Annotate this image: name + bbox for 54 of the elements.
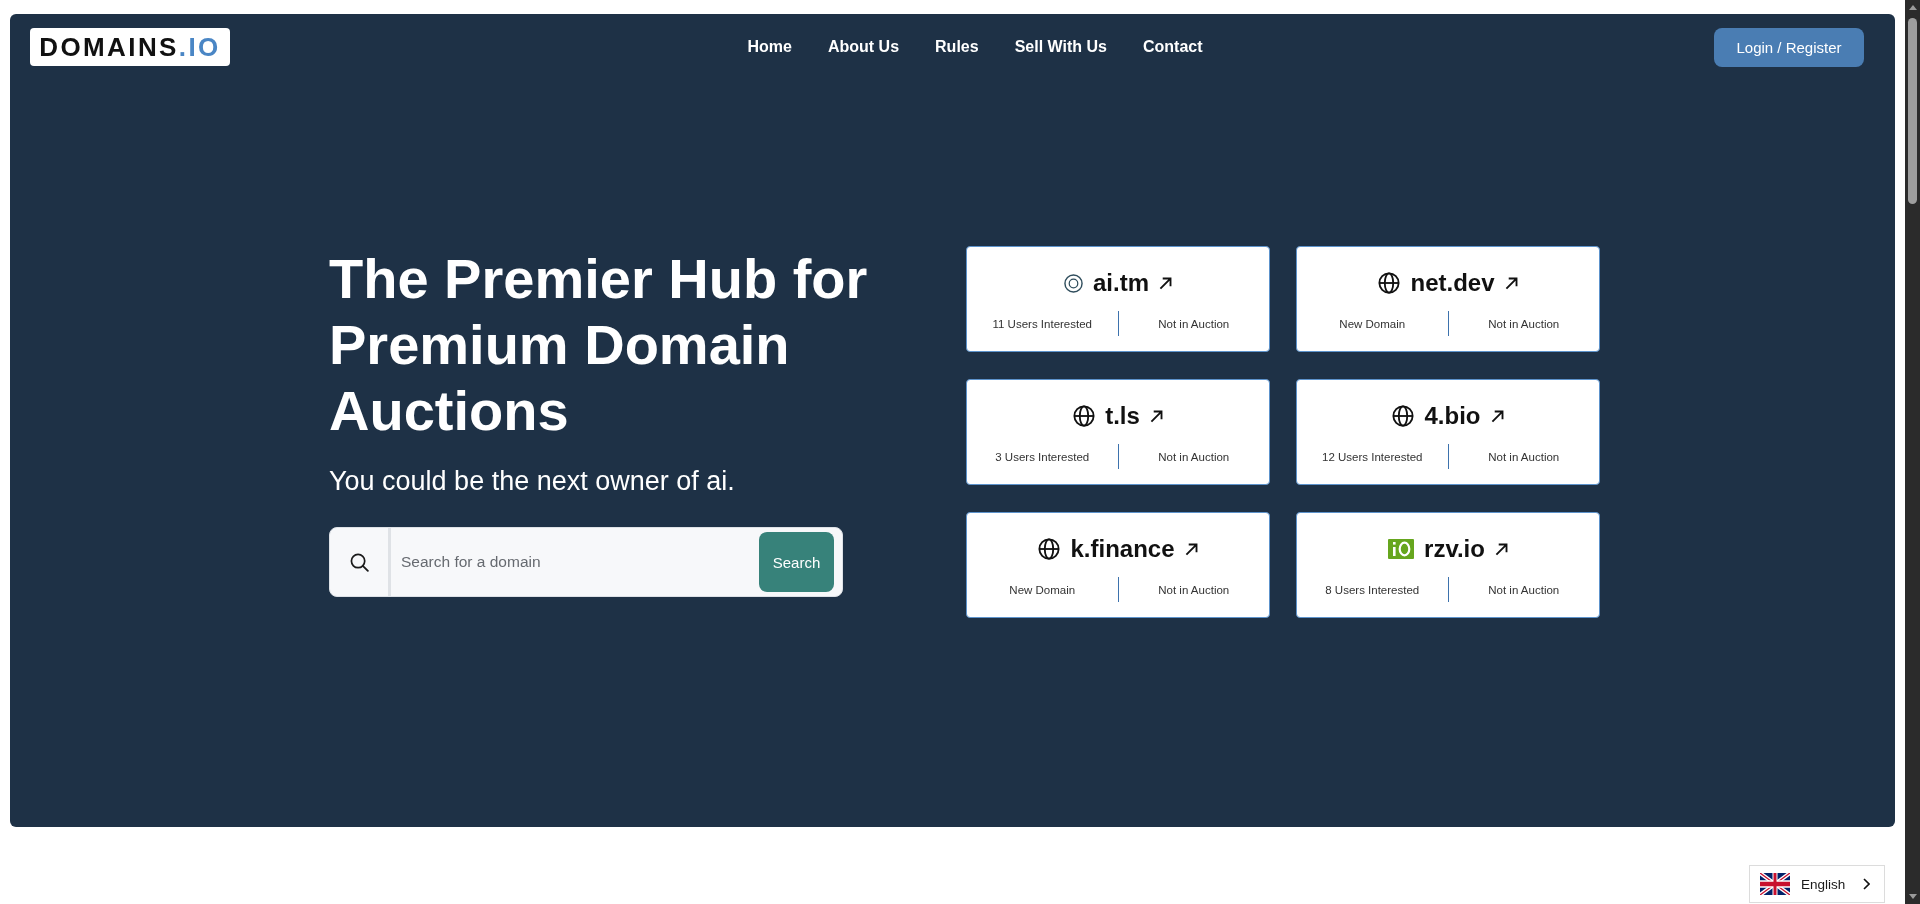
language-selector[interactable]: English [1749, 865, 1885, 903]
domain-name[interactable]: t.ls [1105, 401, 1140, 431]
nav-link[interactable]: About Us [827, 38, 900, 56]
scrollbar-thumb[interactable] [1908, 18, 1917, 204]
hero-subtitle: You could be the next owner of ai. [329, 465, 735, 498]
nav-link[interactable]: Sell With Us [1014, 38, 1107, 56]
domain-name[interactable]: k.finance [1070, 534, 1175, 564]
ring-icon [1064, 273, 1083, 293]
auction-status-text: Not in Auction [1157, 317, 1231, 330]
domain-card[interactable]: k.finance New Domain Not in Auction [966, 512, 1270, 618]
interest-text: 8 Users Interested [1324, 583, 1421, 596]
interest-text: 3 Users Interested [994, 450, 1091, 463]
domain-card[interactable]: 4.bio 12 Users Interested Not in Auction [1296, 379, 1600, 485]
login-button[interactable]: Login / Register [1714, 27, 1864, 67]
search-field[interactable]: Search for a domain Search [329, 527, 843, 597]
auction-status-text: Not in Auction [1157, 450, 1231, 463]
domain-name[interactable]: 4.bio [1424, 401, 1481, 431]
up-triangle-icon[interactable] [1908, 5, 1917, 10]
tile-icon [1388, 539, 1415, 559]
arrow-up-right-icon [1149, 409, 1163, 423]
arrow-up-right-icon [1159, 276, 1172, 290]
auction-status-text: Not in Auction [1487, 450, 1561, 463]
auction-status-text: Not in Auction [1157, 583, 1231, 596]
globe-icon [1073, 405, 1096, 427]
domain-name[interactable]: net.dev [1410, 268, 1495, 298]
search-icon [349, 552, 369, 572]
nav-link[interactable]: Contact [1142, 38, 1203, 56]
arrow-up-right-icon [1494, 542, 1508, 556]
interest-text: New Domain [1338, 317, 1407, 330]
domain-card[interactable]: t.ls 3 Users Interested Not in Auction [966, 379, 1270, 485]
arrow-up-right-icon [1504, 276, 1518, 290]
chevron-right-icon [1863, 878, 1870, 890]
nav-link[interactable]: Home [747, 38, 792, 56]
interest-text: 12 Users Interested [1321, 450, 1424, 463]
domain-card[interactable]: net.dev New Domain Not in Auction [1296, 246, 1600, 352]
domain-card[interactable]: ai.tm 11 Users Interested Not in Auction [966, 246, 1270, 352]
nav-link[interactable]: Rules [935, 38, 979, 56]
interest-text: 11 Users Interested [991, 317, 1093, 330]
arrow-up-right-icon [1184, 542, 1198, 556]
flag-icon [1760, 873, 1790, 895]
globe-icon [1392, 405, 1415, 427]
auction-status-text: Not in Auction [1487, 317, 1561, 330]
arrow-up-right-icon [1490, 409, 1504, 423]
domain-name[interactable]: rzv.io [1424, 534, 1485, 564]
down-triangle-icon[interactable] [1908, 894, 1917, 899]
auction-status-text: Not in Auction [1487, 583, 1561, 596]
search-button[interactable]: Search [759, 532, 834, 592]
site-logo[interactable]: DOMAINS.IO [30, 28, 230, 66]
hero-heading: The Premier Hub for Premium Domain Auctions [329, 246, 869, 444]
domain-name[interactable]: ai.tm [1093, 268, 1149, 298]
globe-icon [1038, 538, 1061, 560]
domain-card[interactable]: rzv.io 8 Users Interested Not in Auction [1296, 512, 1600, 618]
globe-icon [1378, 272, 1401, 294]
interest-text: New Domain [1008, 583, 1077, 596]
